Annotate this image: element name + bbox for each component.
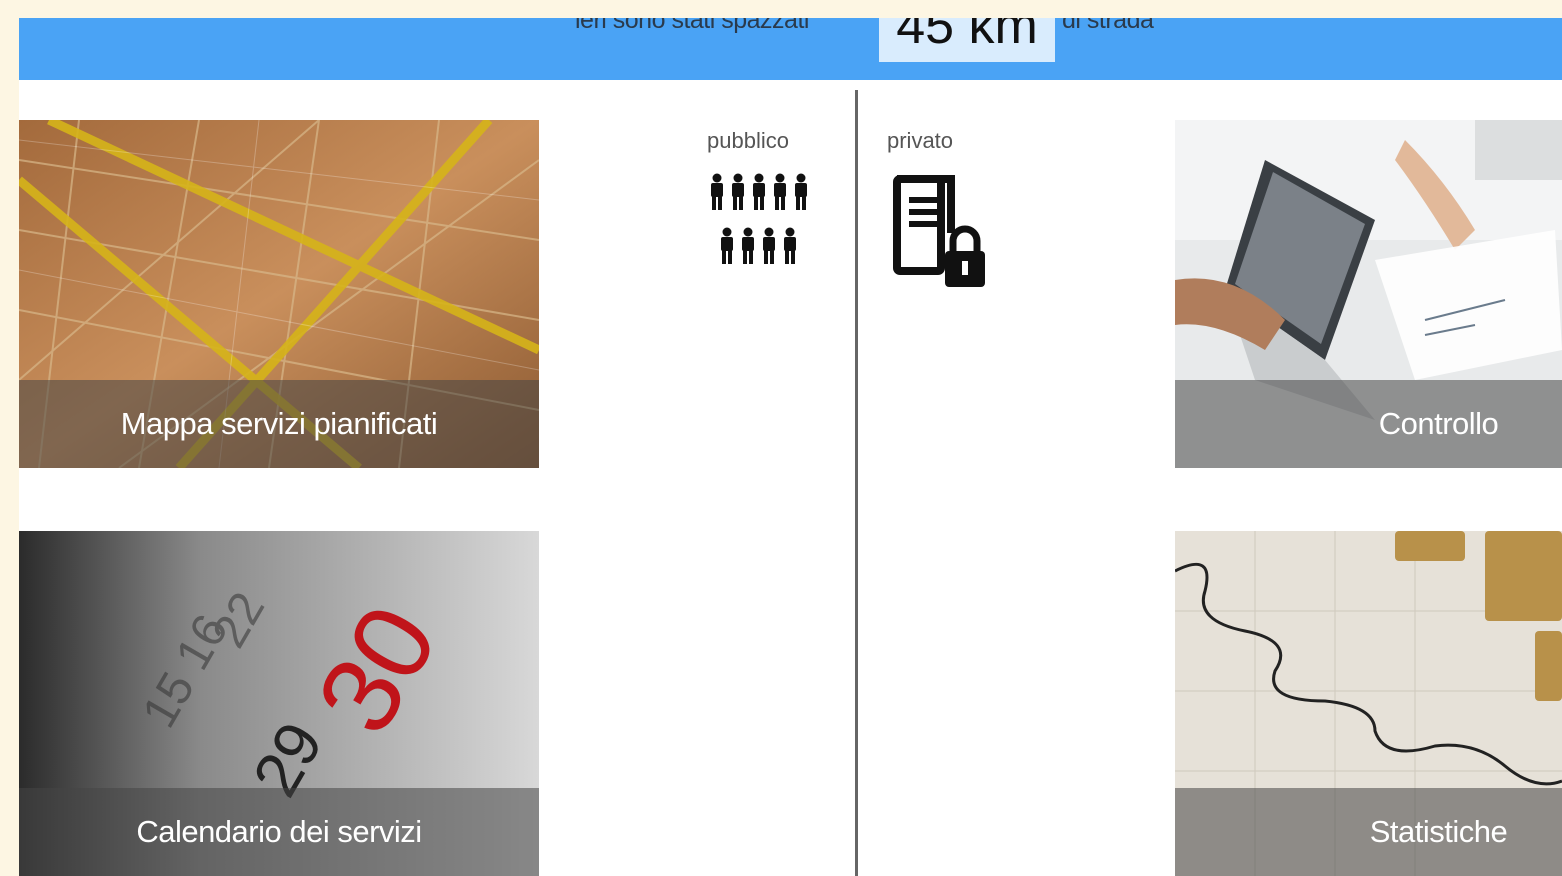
people-group-icon[interactable] <box>709 173 815 281</box>
tile-calendar[interactable]: 15 16 22 29 30 Calendario dei servizi <box>19 531 539 876</box>
km-banner: ieri sono stati spazzati 45 km di strada <box>19 18 1562 80</box>
locked-document-icon[interactable] <box>891 173 995 293</box>
private-label[interactable]: privato <box>887 128 953 154</box>
tile-control-caption: Controllo <box>1175 380 1562 468</box>
tile-map[interactable]: Mappa servizi pianificati <box>19 120 539 468</box>
tile-map-caption: Mappa servizi pianificati <box>19 380 539 468</box>
tile-calendar-caption: Calendario dei servizi <box>19 788 539 876</box>
section-divider <box>855 90 858 876</box>
public-label[interactable]: pubblico <box>707 128 789 154</box>
tile-stats[interactable]: Statistiche <box>1175 531 1562 876</box>
tile-stats-caption: Statistiche <box>1175 788 1562 876</box>
main-panel: ieri sono stati spazzati 45 km di strada <box>19 18 1562 876</box>
banner-text-after: di strada <box>1062 18 1154 34</box>
tile-control[interactable]: Controllo <box>1175 120 1562 468</box>
banner-text-before: ieri sono stati spazzati <box>575 18 809 34</box>
km-value: 45 km <box>879 18 1055 62</box>
